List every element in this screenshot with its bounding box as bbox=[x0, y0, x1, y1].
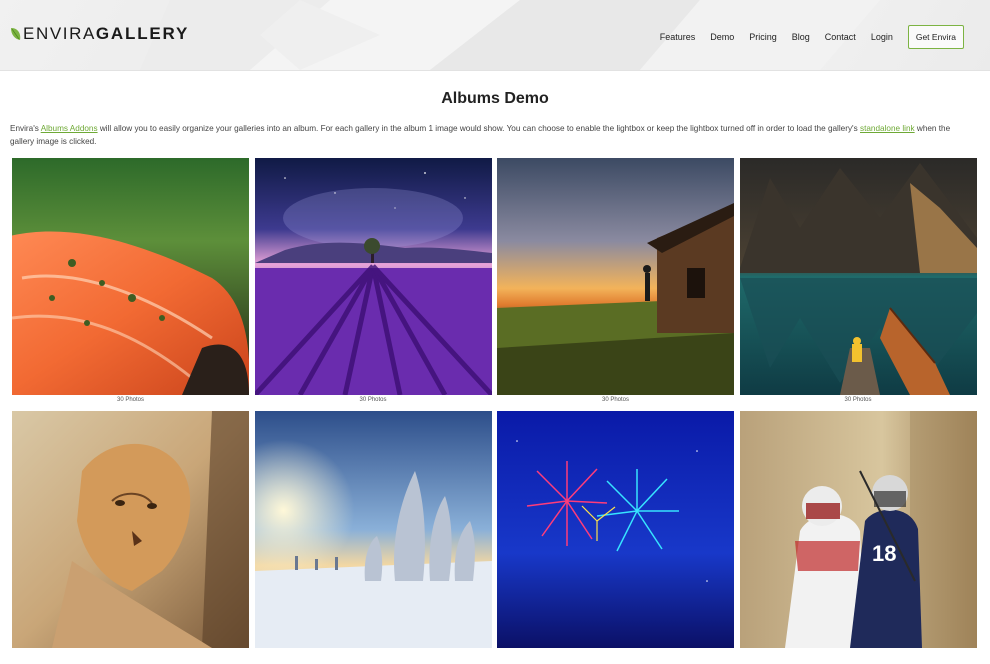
logo-text-light: ENVIRA bbox=[23, 24, 96, 43]
lioness-image[interactable] bbox=[12, 411, 249, 648]
snowy-trees-image[interactable] bbox=[254, 411, 492, 648]
intro-text-2: will allow you to easily organize your g… bbox=[97, 124, 860, 133]
envira-logo[interactable]: ENVIRA GALLERY bbox=[10, 24, 189, 44]
intro-paragraph: Envira's Albums Addons will allow you to… bbox=[10, 123, 953, 148]
page-title: Albums Demo bbox=[441, 90, 549, 107]
standalone-link[interactable]: standalone link bbox=[860, 124, 915, 133]
leaf-icon bbox=[11, 28, 21, 40]
nav-features[interactable]: Features bbox=[660, 32, 696, 42]
nav-pricing[interactable]: Pricing bbox=[749, 32, 777, 42]
nav-blog[interactable]: Blog bbox=[792, 32, 810, 42]
lavender-field-image[interactable] bbox=[254, 158, 492, 395]
album-grid: 30 Photos 30 Photos 30 Photos 30 Photos … bbox=[12, 158, 978, 664]
album-tile[interactable] bbox=[254, 411, 492, 664]
mountain-lake-boat-image[interactable] bbox=[739, 158, 977, 395]
album-caption: 30 Photos bbox=[116, 397, 145, 403]
fireworks-image[interactable] bbox=[497, 411, 734, 648]
albums-addons-link[interactable]: Albums Addons bbox=[41, 124, 98, 133]
main-nav: Features Demo Pricing Blog Contact Login… bbox=[645, 25, 964, 49]
album-tile[interactable]: 30 Photos bbox=[12, 158, 249, 411]
album-tile[interactable]: 30 Photos bbox=[739, 158, 977, 411]
album-caption bbox=[740, 648, 977, 664]
logo-text-bold: GALLERY bbox=[95, 24, 190, 43]
salmon-image[interactable] bbox=[12, 158, 249, 395]
site-header: ENVIRA GALLERY Features Demo Pricing Blog… bbox=[0, 0, 990, 71]
nav-demo[interactable]: Demo bbox=[710, 32, 734, 42]
nav-contact[interactable]: Contact bbox=[825, 32, 856, 42]
album-caption bbox=[255, 648, 492, 664]
svg-text:18: 18 bbox=[872, 541, 896, 566]
cabin-sunset-image[interactable] bbox=[497, 158, 734, 395]
album-tile[interactable]: 18 bbox=[739, 411, 977, 664]
album-tile[interactable]: 30 Photos bbox=[497, 158, 734, 411]
lacrosse-players-image[interactable]: 18 bbox=[739, 411, 977, 648]
intro-text-1: Envira's bbox=[10, 124, 41, 133]
album-caption: 30 Photos bbox=[359, 397, 387, 403]
album-caption bbox=[12, 648, 249, 664]
album-caption bbox=[497, 648, 734, 664]
album-caption: 30 Photos bbox=[844, 397, 872, 403]
get-envira-button[interactable]: Get Envira bbox=[907, 25, 964, 49]
album-tile[interactable] bbox=[497, 411, 734, 664]
nav-login[interactable]: Login bbox=[871, 32, 893, 42]
album-tile[interactable]: 30 Photos bbox=[254, 158, 492, 411]
album-tile[interactable] bbox=[12, 411, 249, 664]
album-caption: 30 Photos bbox=[601, 397, 630, 403]
